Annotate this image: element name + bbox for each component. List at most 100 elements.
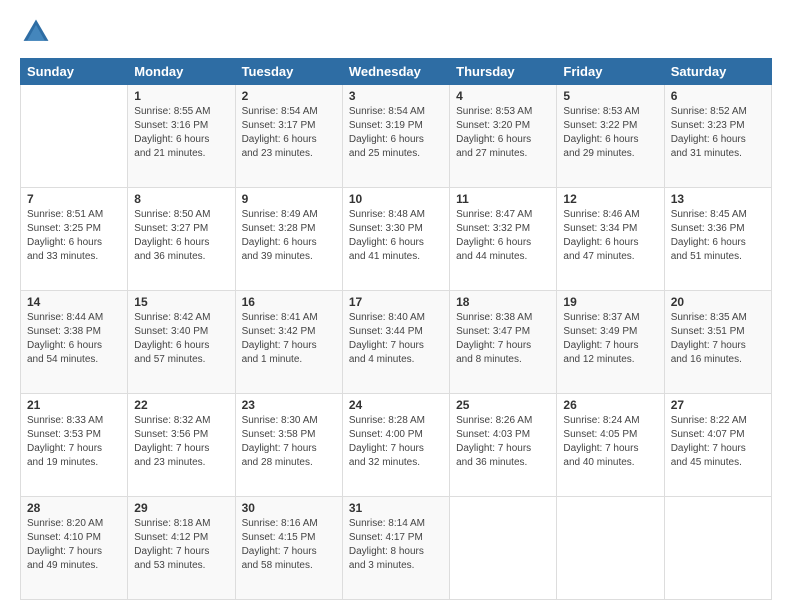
day-number: 8 [134,192,228,206]
cell-content: Sunrise: 8:40 AM Sunset: 3:44 PM Dayligh… [349,311,443,367]
day-number: 6 [671,89,765,103]
calendar-cell: 7 Sunrise: 8:51 AM Sunset: 3:25 PM Daylig… [21,188,128,291]
calendar-cell [664,497,771,600]
calendar-cell [557,497,664,600]
column-header-sunday: Sunday [21,59,128,85]
column-header-wednesday: Wednesday [342,59,449,85]
day-number: 18 [456,295,550,309]
cell-content: Sunrise: 8:47 AM Sunset: 3:32 PM Dayligh… [456,208,550,264]
day-number: 14 [27,295,121,309]
logo [20,16,56,48]
cell-content: Sunrise: 8:14 AM Sunset: 4:17 PM Dayligh… [349,517,443,573]
day-number: 19 [563,295,657,309]
day-number: 29 [134,501,228,515]
calendar-row: 7 Sunrise: 8:51 AM Sunset: 3:25 PM Daylig… [21,188,772,291]
calendar-cell: 30Sunrise: 8:16 AM Sunset: 4:15 PM Dayli… [235,497,342,600]
calendar-cell: 26 Sunrise: 8:24 AM Sunset: 4:05 PM Dayli… [557,394,664,497]
day-number: 31 [349,501,443,515]
cell-content: Sunrise: 8:55 AM Sunset: 3:16 PM Dayligh… [134,105,228,161]
day-number: 17 [349,295,443,309]
column-header-thursday: Thursday [450,59,557,85]
day-number: 25 [456,398,550,412]
calendar-cell [21,85,128,188]
cell-content: Sunrise: 8:53 AM Sunset: 3:22 PM Dayligh… [563,105,657,161]
cell-content: Sunrise: 8:45 AM Sunset: 3:36 PM Dayligh… [671,208,765,264]
cell-content: Sunrise: 8:16 AM Sunset: 4:15 PM Dayligh… [242,517,336,573]
day-number: 15 [134,295,228,309]
cell-content: Sunrise: 8:52 AM Sunset: 3:23 PM Dayligh… [671,105,765,161]
cell-content: Sunrise: 8:54 AM Sunset: 3:19 PM Dayligh… [349,105,443,161]
calendar-table: SundayMondayTuesdayWednesdayThursdayFrid… [20,58,772,600]
cell-content: Sunrise: 8:44 AM Sunset: 3:38 PM Dayligh… [27,311,121,367]
column-header-friday: Friday [557,59,664,85]
calendar-cell: 23 Sunrise: 8:30 AM Sunset: 3:58 PM Dayli… [235,394,342,497]
day-number: 23 [242,398,336,412]
calendar-cell: 17 Sunrise: 8:40 AM Sunset: 3:44 PM Dayli… [342,291,449,394]
day-number: 20 [671,295,765,309]
day-number: 21 [27,398,121,412]
calendar-cell: 29 Sunrise: 8:18 AM Sunset: 4:12 PM Dayli… [128,497,235,600]
calendar-cell: 18 Sunrise: 8:38 AM Sunset: 3:47 PM Dayli… [450,291,557,394]
calendar-cell: 22Sunrise: 8:32 AM Sunset: 3:56 PM Dayli… [128,394,235,497]
cell-content: Sunrise: 8:51 AM Sunset: 3:25 PM Dayligh… [27,208,121,264]
calendar-cell: 20Sunrise: 8:35 AM Sunset: 3:51 PM Dayli… [664,291,771,394]
calendar-cell: 13 Sunrise: 8:45 AM Sunset: 3:36 PM Dayli… [664,188,771,291]
calendar-cell: 10Sunrise: 8:48 AM Sunset: 3:30 PM Dayli… [342,188,449,291]
calendar-cell: 11 Sunrise: 8:47 AM Sunset: 3:32 PM Dayli… [450,188,557,291]
calendar-row: 28 Sunrise: 8:20 AM Sunset: 4:10 PM Dayli… [21,497,772,600]
day-number: 28 [27,501,121,515]
calendar-cell: 27 Sunrise: 8:22 AM Sunset: 4:07 PM Dayli… [664,394,771,497]
day-number: 2 [242,89,336,103]
cell-content: Sunrise: 8:24 AM Sunset: 4:05 PM Dayligh… [563,414,657,470]
calendar-cell: 9 Sunrise: 8:49 AM Sunset: 3:28 PM Daylig… [235,188,342,291]
calendar-cell: 28 Sunrise: 8:20 AM Sunset: 4:10 PM Dayli… [21,497,128,600]
day-number: 5 [563,89,657,103]
cell-content: Sunrise: 8:18 AM Sunset: 4:12 PM Dayligh… [134,517,228,573]
cell-content: Sunrise: 8:41 AM Sunset: 3:42 PM Dayligh… [242,311,336,367]
cell-content: Sunrise: 8:42 AM Sunset: 3:40 PM Dayligh… [134,311,228,367]
day-number: 11 [456,192,550,206]
calendar-cell: 3 Sunrise: 8:54 AM Sunset: 3:19 PM Daylig… [342,85,449,188]
calendar-cell: 16Sunrise: 8:41 AM Sunset: 3:42 PM Dayli… [235,291,342,394]
header [20,16,772,48]
day-number: 12 [563,192,657,206]
calendar-cell: 5 Sunrise: 8:53 AM Sunset: 3:22 PM Daylig… [557,85,664,188]
calendar-cell: 31 Sunrise: 8:14 AM Sunset: 4:17 PM Dayli… [342,497,449,600]
column-header-monday: Monday [128,59,235,85]
day-number: 9 [242,192,336,206]
calendar-cell: 15 Sunrise: 8:42 AM Sunset: 3:40 PM Dayli… [128,291,235,394]
cell-content: Sunrise: 8:30 AM Sunset: 3:58 PM Dayligh… [242,414,336,470]
cell-content: Sunrise: 8:54 AM Sunset: 3:17 PM Dayligh… [242,105,336,161]
calendar-cell: 25 Sunrise: 8:26 AM Sunset: 4:03 PM Dayli… [450,394,557,497]
cell-content: Sunrise: 8:38 AM Sunset: 3:47 PM Dayligh… [456,311,550,367]
cell-content: Sunrise: 8:50 AM Sunset: 3:27 PM Dayligh… [134,208,228,264]
logo-icon [20,16,52,48]
calendar-cell: 4Sunrise: 8:53 AM Sunset: 3:20 PM Daylig… [450,85,557,188]
day-number: 1 [134,89,228,103]
calendar-cell: 19 Sunrise: 8:37 AM Sunset: 3:49 PM Dayli… [557,291,664,394]
day-number: 4 [456,89,550,103]
day-number: 10 [349,192,443,206]
day-number: 26 [563,398,657,412]
calendar-cell [450,497,557,600]
calendar-cell: 12 Sunrise: 8:46 AM Sunset: 3:34 PM Dayli… [557,188,664,291]
calendar-cell: 6 Sunrise: 8:52 AM Sunset: 3:23 PM Daylig… [664,85,771,188]
calendar-cell: 21Sunrise: 8:33 AM Sunset: 3:53 PM Dayli… [21,394,128,497]
header-row: SundayMondayTuesdayWednesdayThursdayFrid… [21,59,772,85]
calendar-row: 14 Sunrise: 8:44 AM Sunset: 3:38 PM Dayli… [21,291,772,394]
cell-content: Sunrise: 8:22 AM Sunset: 4:07 PM Dayligh… [671,414,765,470]
day-number: 27 [671,398,765,412]
cell-content: Sunrise: 8:26 AM Sunset: 4:03 PM Dayligh… [456,414,550,470]
day-number: 22 [134,398,228,412]
day-number: 7 [27,192,121,206]
column-header-saturday: Saturday [664,59,771,85]
day-number: 24 [349,398,443,412]
day-number: 3 [349,89,443,103]
page: SundayMondayTuesdayWednesdayThursdayFrid… [0,0,792,612]
day-number: 13 [671,192,765,206]
cell-content: Sunrise: 8:37 AM Sunset: 3:49 PM Dayligh… [563,311,657,367]
cell-content: Sunrise: 8:49 AM Sunset: 3:28 PM Dayligh… [242,208,336,264]
cell-content: Sunrise: 8:46 AM Sunset: 3:34 PM Dayligh… [563,208,657,264]
cell-content: Sunrise: 8:20 AM Sunset: 4:10 PM Dayligh… [27,517,121,573]
calendar-cell: 2 Sunrise: 8:54 AM Sunset: 3:17 PM Daylig… [235,85,342,188]
